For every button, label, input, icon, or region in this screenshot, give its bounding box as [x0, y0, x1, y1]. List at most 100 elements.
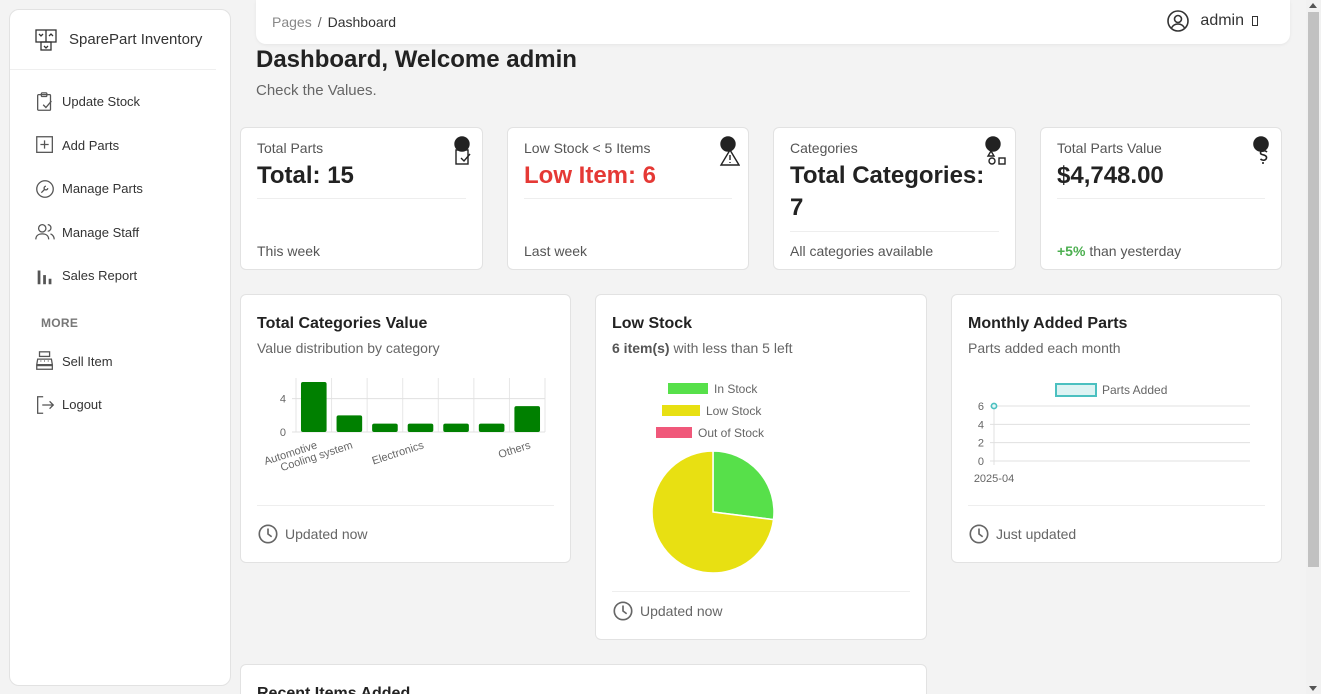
low-stock-pie-chart[interactable]: In Stock Low Stock Out of Stock: [636, 377, 836, 577]
stat-label: Total Parts Value: [1057, 140, 1162, 156]
x-tick-label: 2025-04: [974, 473, 1014, 485]
clock-icon: [258, 524, 278, 544]
stat-footer-text: than yesterday: [1089, 243, 1182, 259]
legend-label: Out of Stock: [698, 426, 765, 440]
stat-value: Total Categories: 7: [790, 162, 985, 221]
card-footer-text: Updated now: [640, 603, 723, 619]
user-name: admin: [1200, 12, 1244, 29]
sidebar-item-label: Update Stock: [62, 94, 141, 110]
breadcrumb-root[interactable]: Pages: [272, 14, 312, 30]
bar: [336, 415, 363, 432]
pie-slice: [712, 450, 775, 521]
sidebar-item-update-stock[interactable]: Update Stock: [10, 80, 230, 124]
sidebar-item-sell-item[interactable]: Sell Item: [10, 340, 230, 384]
y-tick-label: 0: [978, 456, 984, 468]
breadcrumb-separator: /: [317, 14, 322, 30]
sidebar-item-manage-staff[interactable]: Manage Staff: [10, 211, 230, 255]
y-tick-label: 4: [280, 394, 286, 406]
card-footer: Updated now: [612, 600, 723, 622]
plus-square-icon: [36, 136, 53, 154]
logout-icon: [37, 395, 55, 414]
legend-label: Parts Added: [1102, 383, 1167, 397]
low-stock-count: 6 item(s): [612, 340, 670, 356]
cash-register-icon: [35, 351, 54, 371]
sidebar-nav: Update Stock Add Parts Manage Parts Mana…: [10, 70, 230, 298]
card-title: Recent Items Added: [257, 685, 411, 694]
categories-bar-chart[interactable]: 04AutomotiveCooling system Electronics Oth…: [251, 375, 561, 485]
scroll-up-icon[interactable]: [1309, 3, 1317, 8]
card-title: Total Categories Value: [257, 315, 428, 332]
users-icon: [35, 224, 55, 240]
sidebar-item-label: Add Parts: [62, 137, 120, 153]
user-circle-icon: [1167, 10, 1190, 32]
card-footer: Just updated: [968, 523, 1076, 545]
sidebar-item-manage-parts[interactable]: Manage Parts: [10, 167, 230, 211]
clipboard-check-icon: [37, 91, 52, 111]
card-subtitle: Value distribution by category: [257, 340, 440, 356]
legend-swatch: [656, 427, 692, 438]
stat-value: Total: 15: [257, 162, 354, 189]
brand[interactable]: SparePart Inventory: [10, 10, 216, 70]
page-scrollbar[interactable]: [1306, 0, 1321, 694]
user-menu[interactable]: admin: [1166, 9, 1258, 33]
y-tick-label: 2: [978, 438, 984, 450]
divider: [790, 231, 999, 232]
sidebar-item-label: Sell Item: [62, 353, 113, 369]
stat-label: Total Parts: [257, 140, 324, 156]
dropdown-caret-icon: [1252, 16, 1258, 26]
card-subtitle: Parts added each month: [968, 340, 1121, 356]
x-tick-label: Electronics: [371, 439, 426, 467]
data-point: [990, 402, 998, 410]
card-low-stock: Low Stock 6 item(s) with less than 5 lef…: [595, 294, 927, 640]
stat-footer: Last week: [524, 243, 588, 259]
bar: [478, 423, 505, 432]
bar: [443, 423, 469, 432]
stat-card-low-stock: Low Stock < 5 Items Low Item: 6 Last wee…: [507, 127, 749, 270]
stat-footer: +5% than yesterday: [1057, 243, 1181, 259]
sidebar-nav-more: Sell Item Logout: [10, 340, 230, 427]
stat-card-categories: Categories Total Categories: 7 All categ…: [773, 127, 1016, 270]
card-subtitle: 6 item(s) with less than 5 left: [612, 340, 793, 356]
stat-footer: This week: [257, 243, 321, 259]
y-tick-label: 6: [978, 401, 984, 413]
card-title: Monthly Added Parts: [968, 315, 1128, 332]
card-categories-value: Total Categories Value Value distributio…: [240, 294, 571, 563]
page-subtitle: Check the Values.: [256, 82, 377, 99]
page-title: Dashboard, Welcome admin: [256, 46, 577, 73]
y-tick-label: 4: [978, 419, 984, 431]
bar: [300, 382, 327, 432]
legend-swatch: [1055, 383, 1097, 397]
card-monthly-added: Monthly Added Parts Parts added each mon…: [951, 294, 1282, 563]
sidebar: SparePart Inventory Update Stock Add Par…: [9, 9, 231, 686]
sidebar-item-label: Logout: [62, 397, 102, 413]
top-bar: Pages / Dashboard admin: [256, 0, 1290, 44]
scroll-thumb[interactable]: [1308, 12, 1319, 567]
stat-value: Low Item: 6: [524, 162, 657, 189]
stat-label: Low Stock < 5 Items: [524, 140, 651, 156]
x-tick-label: Others: [497, 439, 533, 461]
sidebar-item-sales-report[interactable]: Sales Report: [10, 254, 230, 298]
monthly-line-chart[interactable]: 0 2 4 6 2025-04 Parts Added: [962, 375, 1262, 490]
card-subtitle-text: with less than 5 left: [673, 340, 793, 356]
divider: [612, 591, 910, 592]
sidebar-item-add-parts[interactable]: Add Parts: [10, 124, 230, 168]
card-footer-text: Updated now: [285, 526, 368, 542]
legend-label: In Stock: [714, 382, 758, 396]
divider: [257, 505, 554, 506]
card-recent-items: Recent Items Added: [240, 664, 927, 694]
inventory-logo-icon: [35, 28, 57, 51]
stat-footer: All categories available: [790, 243, 934, 259]
sidebar-item-logout[interactable]: Logout: [10, 383, 230, 427]
card-title: Low Stock: [612, 315, 693, 332]
shapes-icon: [985, 136, 1006, 165]
bar: [407, 423, 434, 432]
legend-label: Low Stock: [706, 404, 762, 418]
stat-label: Categories: [790, 140, 858, 156]
divider: [257, 198, 466, 199]
dollar-icon: [1253, 136, 1269, 164]
warning-icon: [719, 136, 740, 166]
clock-icon: [613, 601, 633, 621]
clipboard-check-icon: [454, 136, 471, 165]
legend-swatch: [668, 383, 708, 394]
scroll-down-icon[interactable]: [1309, 686, 1317, 691]
